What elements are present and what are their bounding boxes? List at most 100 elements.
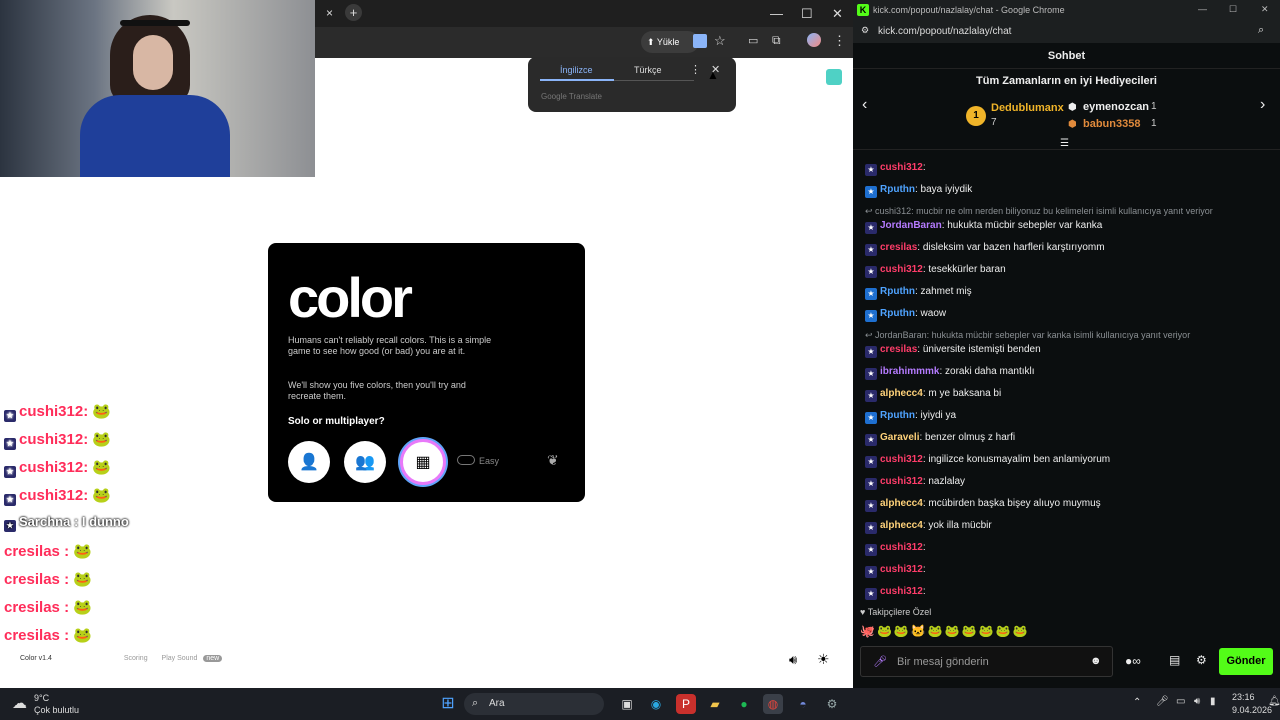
- site-settings-icon[interactable]: ⚙: [861, 25, 869, 36]
- chat-title: Sohbet: [1047, 50, 1086, 62]
- close-window-button[interactable]: ✕: [832, 6, 843, 22]
- overlay-msg: ★ cushi312: 🐸: [4, 458, 111, 478]
- extension-badge-icon[interactable]: [826, 69, 842, 85]
- translate-footer: Google Translate: [541, 92, 602, 101]
- emote-icon: 🐸: [92, 459, 112, 476]
- notification-icon[interactable]: 🔔︎: [1268, 696, 1280, 707]
- close-tab-icon[interactable]: ×: [326, 6, 333, 20]
- settings-icon[interactable]: ⚙: [1196, 653, 1207, 667]
- user-badge-icon: ★: [865, 566, 877, 578]
- mic-icon[interactable]: 🎤︎: [1156, 696, 1169, 707]
- reactions-icon[interactable]: ●∞: [1125, 654, 1141, 668]
- chat-username[interactable]: cushi312: [880, 586, 923, 597]
- overlay-msg: cresilas : 🐸: [4, 599, 92, 616]
- discord-icon[interactable]: ◓: [793, 694, 813, 714]
- speaker-icon[interactable]: 🔊︎: [789, 652, 797, 668]
- top-gifter-name[interactable]: Dedublumanx: [991, 102, 1064, 114]
- mic-icon[interactable]: 🎤︎: [873, 655, 887, 668]
- battery-icon[interactable]: ▮: [1210, 696, 1216, 707]
- folder-icon[interactable]: ▰: [705, 694, 725, 714]
- app-icon[interactable]: ⚙: [822, 694, 842, 714]
- chat-username[interactable]: cushi312: [880, 564, 923, 575]
- clock-time[interactable]: 23:16: [1232, 692, 1255, 702]
- chat-username[interactable]: cushi312: [880, 454, 923, 465]
- send-button[interactable]: Gönder: [1219, 648, 1273, 675]
- taskview-icon[interactable]: ▣: [617, 694, 637, 714]
- clock-date[interactable]: 9.04.2026: [1232, 705, 1272, 715]
- easy-toggle[interactable]: [457, 455, 475, 465]
- new-tab-button[interactable]: +: [345, 4, 362, 21]
- minimize-button[interactable]: —: [1198, 4, 1207, 14]
- user-badge-icon: ★: [865, 544, 877, 556]
- gifter-name[interactable]: babun3358: [1083, 118, 1140, 130]
- gifter-count: 1: [1151, 101, 1157, 112]
- message-input[interactable]: 🎤︎ Bir mesaj gönderin ☻: [860, 646, 1113, 677]
- emote-icon: 🐸: [73, 627, 92, 644]
- sun-icon[interactable]: ☀: [817, 651, 830, 668]
- chat-username[interactable]: Rputhn: [880, 286, 915, 297]
- weather-icon[interactable]: ☁: [12, 694, 27, 712]
- chrome-icon[interactable]: ◍: [763, 694, 783, 714]
- network-icon[interactable]: ▭: [1176, 696, 1185, 707]
- collapse-icon[interactable]: ☰: [1060, 138, 1069, 149]
- cast-icon[interactable]: ▭: [748, 34, 758, 47]
- maximize-button[interactable]: ☐: [801, 6, 813, 22]
- spotify-icon[interactable]: ●: [734, 694, 754, 714]
- volume-icon[interactable]: 🔊︎: [1194, 696, 1200, 707]
- chat-username[interactable]: Rputhn: [880, 410, 915, 421]
- close-window-button[interactable]: ✕: [1261, 4, 1269, 15]
- more-options-icon[interactable]: ⋮: [690, 63, 701, 76]
- multiplayer-button[interactable]: 👥: [344, 441, 386, 483]
- chat-username[interactable]: alphecc4: [880, 520, 923, 531]
- edge-icon[interactable]: ◉: [646, 694, 666, 714]
- menu-icon[interactable]: ⋮: [833, 33, 846, 49]
- chat-username[interactable]: cresilas: [880, 344, 917, 355]
- taskbar-search[interactable]: ⌕ Ara: [464, 693, 604, 715]
- emote-icon: 🐸: [92, 431, 112, 448]
- emote-icon: 🐸: [92, 403, 112, 420]
- tray-chevron-icon[interactable]: ⌃: [1133, 697, 1141, 708]
- chat-username[interactable]: cushi312: [880, 542, 923, 553]
- play-sound-link[interactable]: Play Sound: [162, 655, 198, 662]
- chat-username[interactable]: cushi312: [880, 476, 923, 487]
- chat-username[interactable]: alphecc4: [880, 388, 923, 399]
- chat-username[interactable]: alphecc4: [880, 498, 923, 509]
- chat-username[interactable]: cushi312: [880, 162, 923, 173]
- chat-username[interactable]: Rputhn: [880, 308, 915, 319]
- app-icon[interactable]: P: [676, 694, 696, 714]
- emote-bar[interactable]: 🐙🐸🐸🐱🐸🐸🐸🐸🐸🐸: [860, 624, 1060, 640]
- url-text[interactable]: kick.com/popout/nazlalay/chat: [878, 26, 1011, 37]
- tab-turkish[interactable]: Türkçe: [634, 65, 662, 75]
- daily-button[interactable]: ▦: [400, 439, 446, 485]
- chat-username[interactable]: cresilas: [880, 242, 917, 253]
- solo-button[interactable]: 👤: [288, 441, 330, 483]
- zoom-icon[interactable]: ⌕: [1258, 24, 1264, 37]
- tab-english[interactable]: İngilizce: [560, 65, 593, 75]
- store-icon[interactable]: ▤: [1169, 653, 1180, 667]
- chat-username[interactable]: ibrahimmmk: [880, 366, 939, 377]
- chat-username[interactable]: Rputhn: [880, 184, 915, 195]
- upload-button[interactable]: ⬆ Yükle: [641, 31, 699, 53]
- scoring-link[interactable]: Scoring: [124, 655, 148, 662]
- start-icon[interactable]: ⊞: [438, 694, 458, 714]
- maximize-button[interactable]: ☐: [1229, 4, 1237, 15]
- chat-text: : iyiydi ya: [915, 410, 957, 421]
- chat-message: ★ JordanBaran: hukukta mücbir sebepler va…: [865, 220, 1102, 234]
- profile-avatar[interactable]: [807, 33, 821, 47]
- chat-username[interactable]: cushi312: [880, 264, 923, 275]
- next-arrow-icon[interactable]: ›: [1260, 96, 1265, 114]
- translate-icon[interactable]: [693, 34, 707, 48]
- laurel-icon[interactable]: ❦: [547, 452, 559, 469]
- prev-arrow-icon[interactable]: ‹: [862, 96, 867, 114]
- emoji-icon[interactable]: ☻: [1090, 655, 1102, 667]
- bookmark-star-icon[interactable]: ☆: [714, 33, 726, 49]
- game-title: color: [288, 266, 413, 329]
- chat-message: ★ cushi312:: [865, 564, 926, 578]
- gifters-title: Tüm Zamanların en iyi Hediyecileri: [976, 75, 1157, 87]
- chat-username[interactable]: Garaveli: [880, 432, 919, 443]
- chat-username[interactable]: JordanBaran: [880, 220, 942, 231]
- minimize-button[interactable]: —: [770, 6, 783, 21]
- game-description: Humans can't reliably recall colors. Thi…: [288, 335, 492, 356]
- gifter-name[interactable]: eymenozcan: [1083, 101, 1149, 113]
- extensions-icon[interactable]: ⧉: [772, 33, 781, 48]
